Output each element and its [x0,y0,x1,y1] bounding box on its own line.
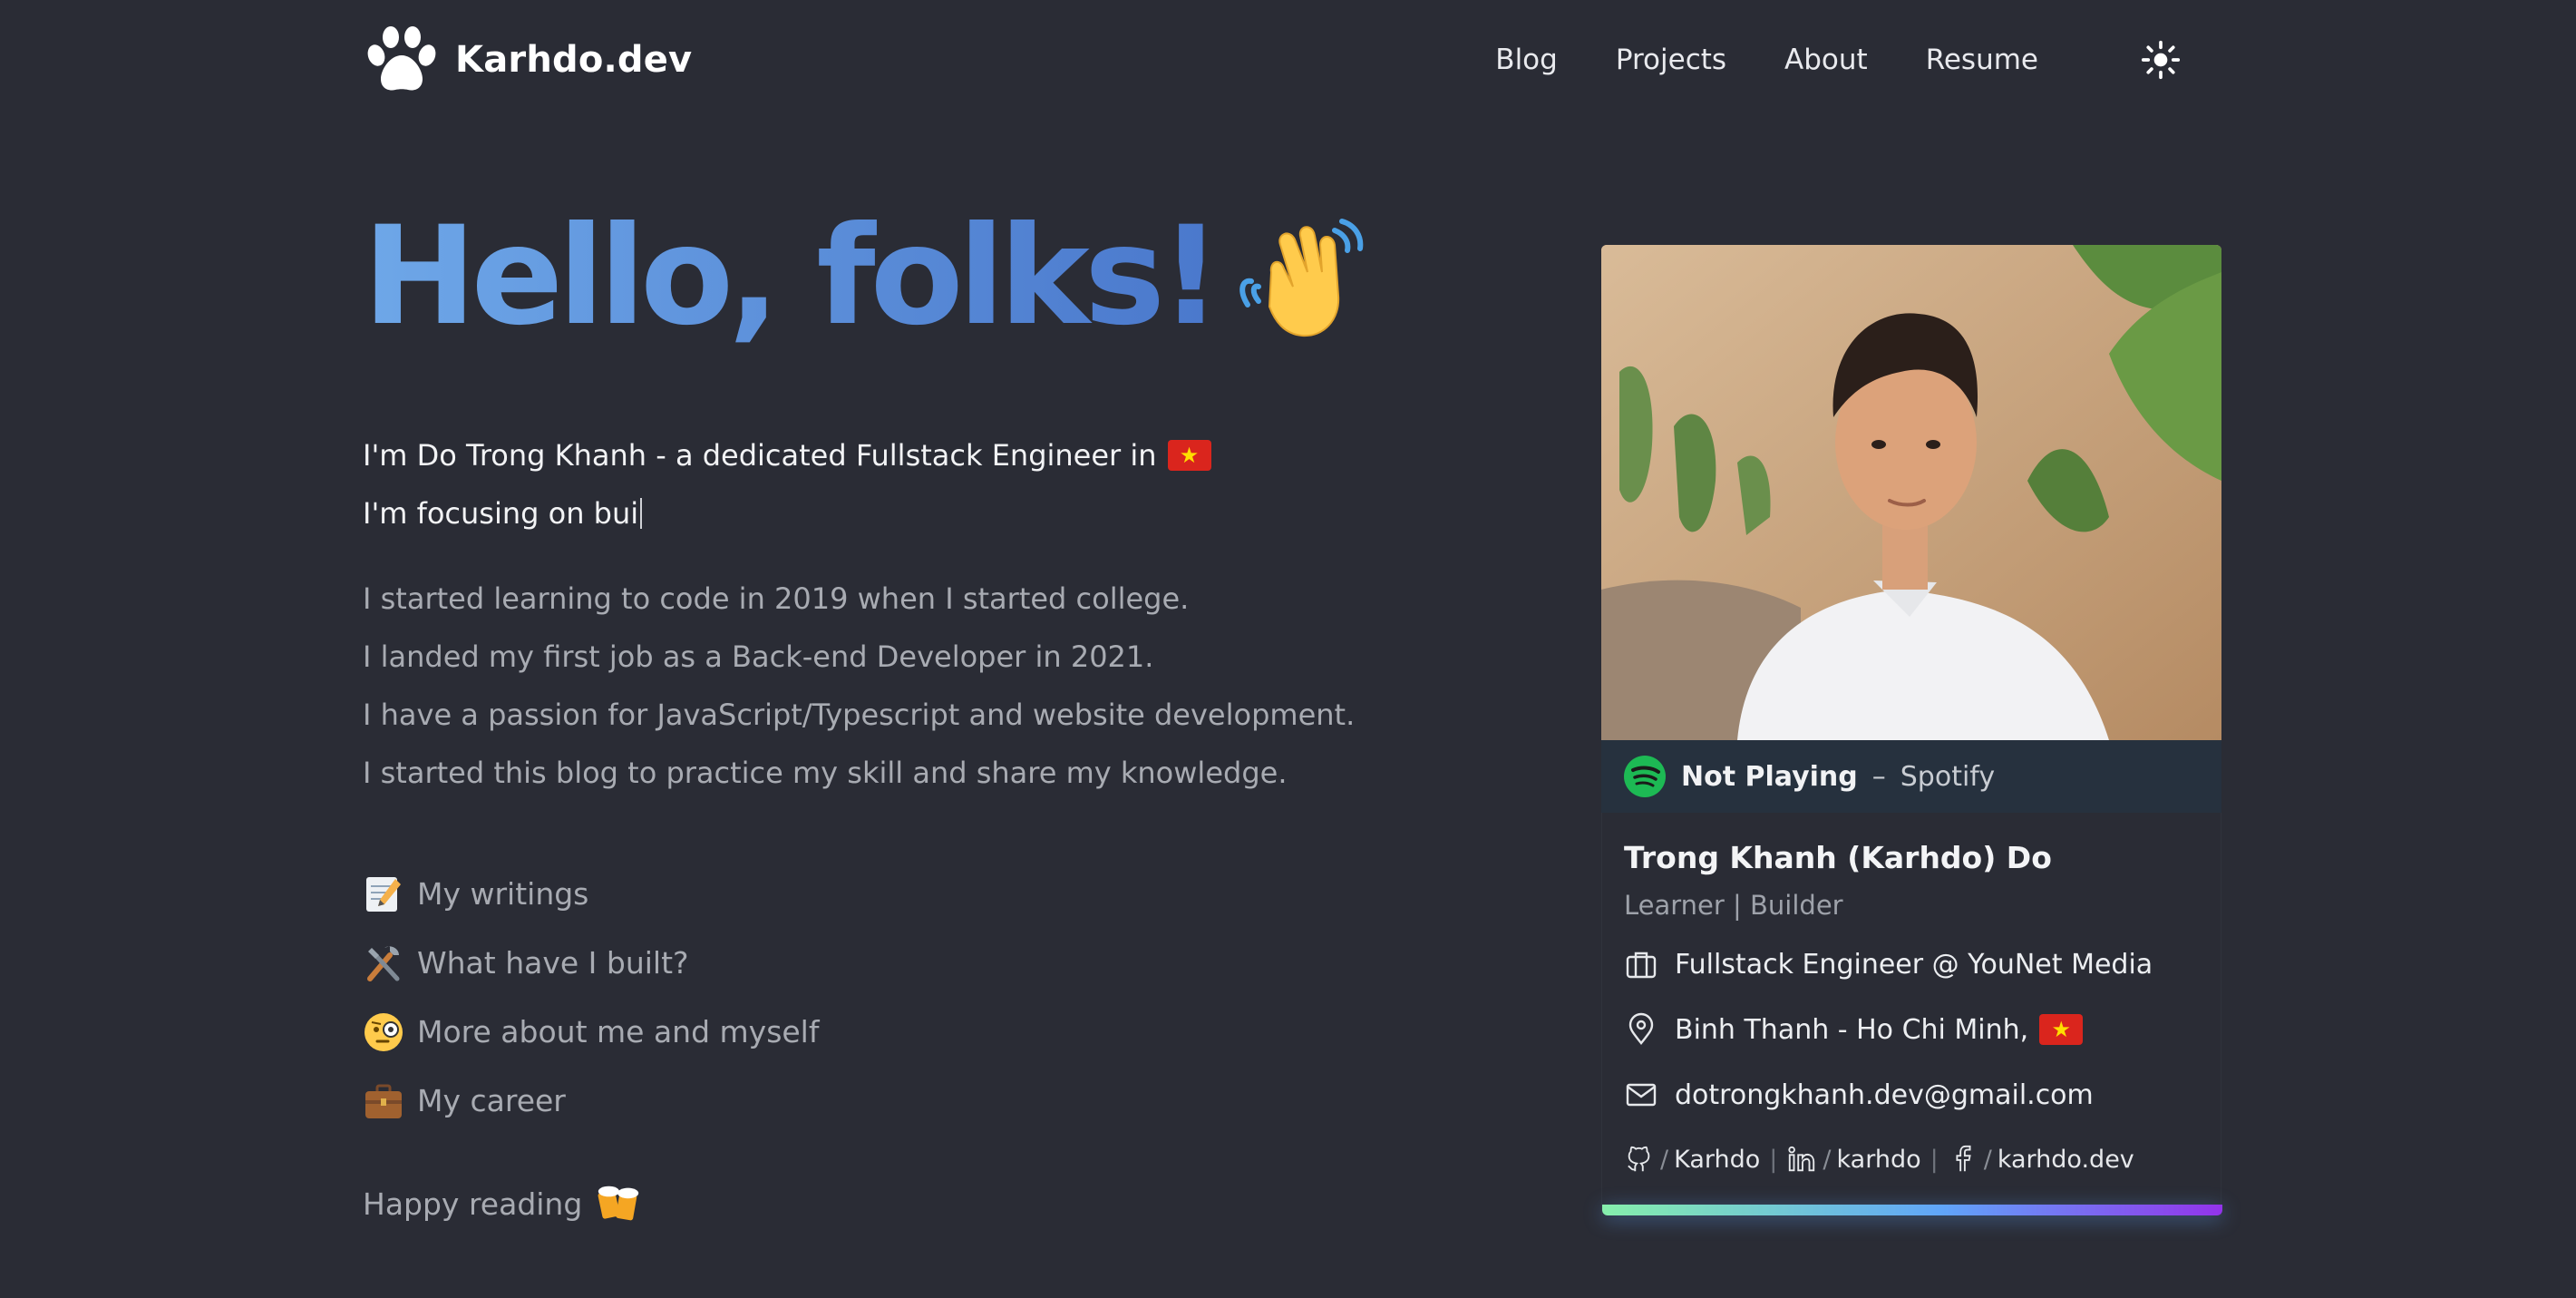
typing-text: I'm focusing on bui [363,496,639,531]
quick-links: My writings What have I built? More abou… [363,860,819,1136]
profile-photo [1601,245,2221,740]
waving-hand-emoji-icon [1239,219,1363,337]
paw-logo-icon [367,26,436,91]
spotify-icon [1624,756,1666,797]
spotify-status[interactable]: Not Playing – Spotify [1601,740,2221,813]
happy-reading-text: Happy reading [363,1186,583,1222]
linkedin-icon [1788,1146,1815,1172]
spotify-playing-status: Not Playing [1681,760,1858,793]
profile-name: Trong Khanh (Karhdo) Do [1624,840,2052,875]
linkedin-link[interactable]: / karhdo [1786,1144,1921,1175]
profile-email[interactable]: dotrongkhanh.dev@gmail.com [1624,1073,2199,1117]
profile-card: Not Playing – Spotify Trong Khanh (Karhd… [1601,245,2222,1234]
top-nav: Karhdo.dev Blog Projects About Resume [363,20,2221,100]
nav-resume-link[interactable]: Resume [1926,44,2038,76]
profile-location: Binh Thanh - Ho Chi Minh, [1624,1008,2199,1051]
briefcase-icon [363,1080,404,1122]
profile-job-text: Fullstack Engineer @ YouNet Media [1675,948,2153,981]
story-line: I have a passion for JavaScript/Typescri… [363,698,1356,732]
intro-line-1: I'm Do Trong Khanh - a dedicated Fullsta… [363,426,1211,484]
memo-icon [363,873,404,915]
mail-icon [1626,1083,1657,1107]
nav-menu: Blog Projects About Resume [1495,37,2183,83]
facebook-icon [1956,1145,1971,1172]
link-label: My writings [417,876,589,912]
intro-line-2: I'm focusing on bui [363,484,1211,542]
brand-link[interactable]: Karhdo.dev [363,24,692,95]
intro: I'm Do Trong Khanh - a dedicated Fullsta… [363,426,1211,542]
nav-blog-link[interactable]: Blog [1495,44,1558,76]
story-line: I started this blog to practice my skill… [363,756,1288,790]
facebook-handle: karhdo.dev [1997,1145,2134,1174]
map-pin-icon [1628,1012,1654,1045]
link-label: What have I built? [417,945,689,981]
story-line: I started learning to code in 2019 when … [363,581,1190,616]
intro-text-1: I'm Do Trong Khanh - a dedicated Fullsta… [363,438,1157,473]
github-handle: Karhdo [1674,1145,1761,1174]
github-link[interactable]: / Karhdo [1624,1144,1760,1175]
profile-location-text: Binh Thanh - Ho Chi Minh, [1675,1013,2029,1046]
nav-about-link[interactable]: About [1784,44,1868,76]
story-line: I landed my first job as a Back-end Deve… [363,639,1154,674]
profile-role: Learner | Builder [1624,890,1843,921]
typing-cursor [640,498,643,529]
nav-projects-link[interactable]: Projects [1616,44,1726,76]
vietnam-flag-icon [2039,1014,2084,1045]
vietnam-flag-icon [1167,440,1211,471]
github-icon [1628,1146,1650,1172]
beer-mugs-icon [598,1186,639,1221]
sun-icon [2141,40,2181,80]
link-writings[interactable]: My writings [363,860,819,929]
monocle-face-icon [363,1011,404,1053]
hero: Hello, folks! [363,209,1371,345]
profile-job: Fullstack Engineer @ YouNet Media [1624,942,2199,986]
theme-toggle-button[interactable] [2138,37,2183,83]
spotify-separator: – [1871,760,1886,793]
story-paragraph: I started learning to code in 2019 when … [363,570,1355,802]
link-label: More about me and myself [417,1014,820,1049]
page: Karhdo.dev Blog Projects About Resume He… [363,0,2222,1298]
tools-icon [363,942,404,984]
link-about[interactable]: More about me and myself [363,998,819,1067]
link-label: My career [417,1083,566,1118]
facebook-link[interactable]: / karhdo.dev [1948,1144,2134,1175]
link-career[interactable]: My career [363,1067,819,1136]
profile-info: Trong Khanh (Karhdo) Do Learner | Builde… [1601,813,2222,1215]
spotify-source: Spotify [1900,760,1996,793]
happy-reading: Happy reading [363,1179,644,1228]
linkedin-handle: karhdo [1836,1145,1921,1174]
profile-email-text: dotrongkhanh.dev@gmail.com [1675,1078,2094,1111]
hero-title: Hello, folks! [363,198,1222,356]
card-gradient-bar [1602,1205,2222,1215]
link-built[interactable]: What have I built? [363,929,819,998]
social-links: / Karhdo | / karhdo | / karhdo.dev [1624,1144,2199,1175]
briefcase-outline-icon [1626,952,1657,979]
brand-name: Karhdo.dev [455,39,693,81]
